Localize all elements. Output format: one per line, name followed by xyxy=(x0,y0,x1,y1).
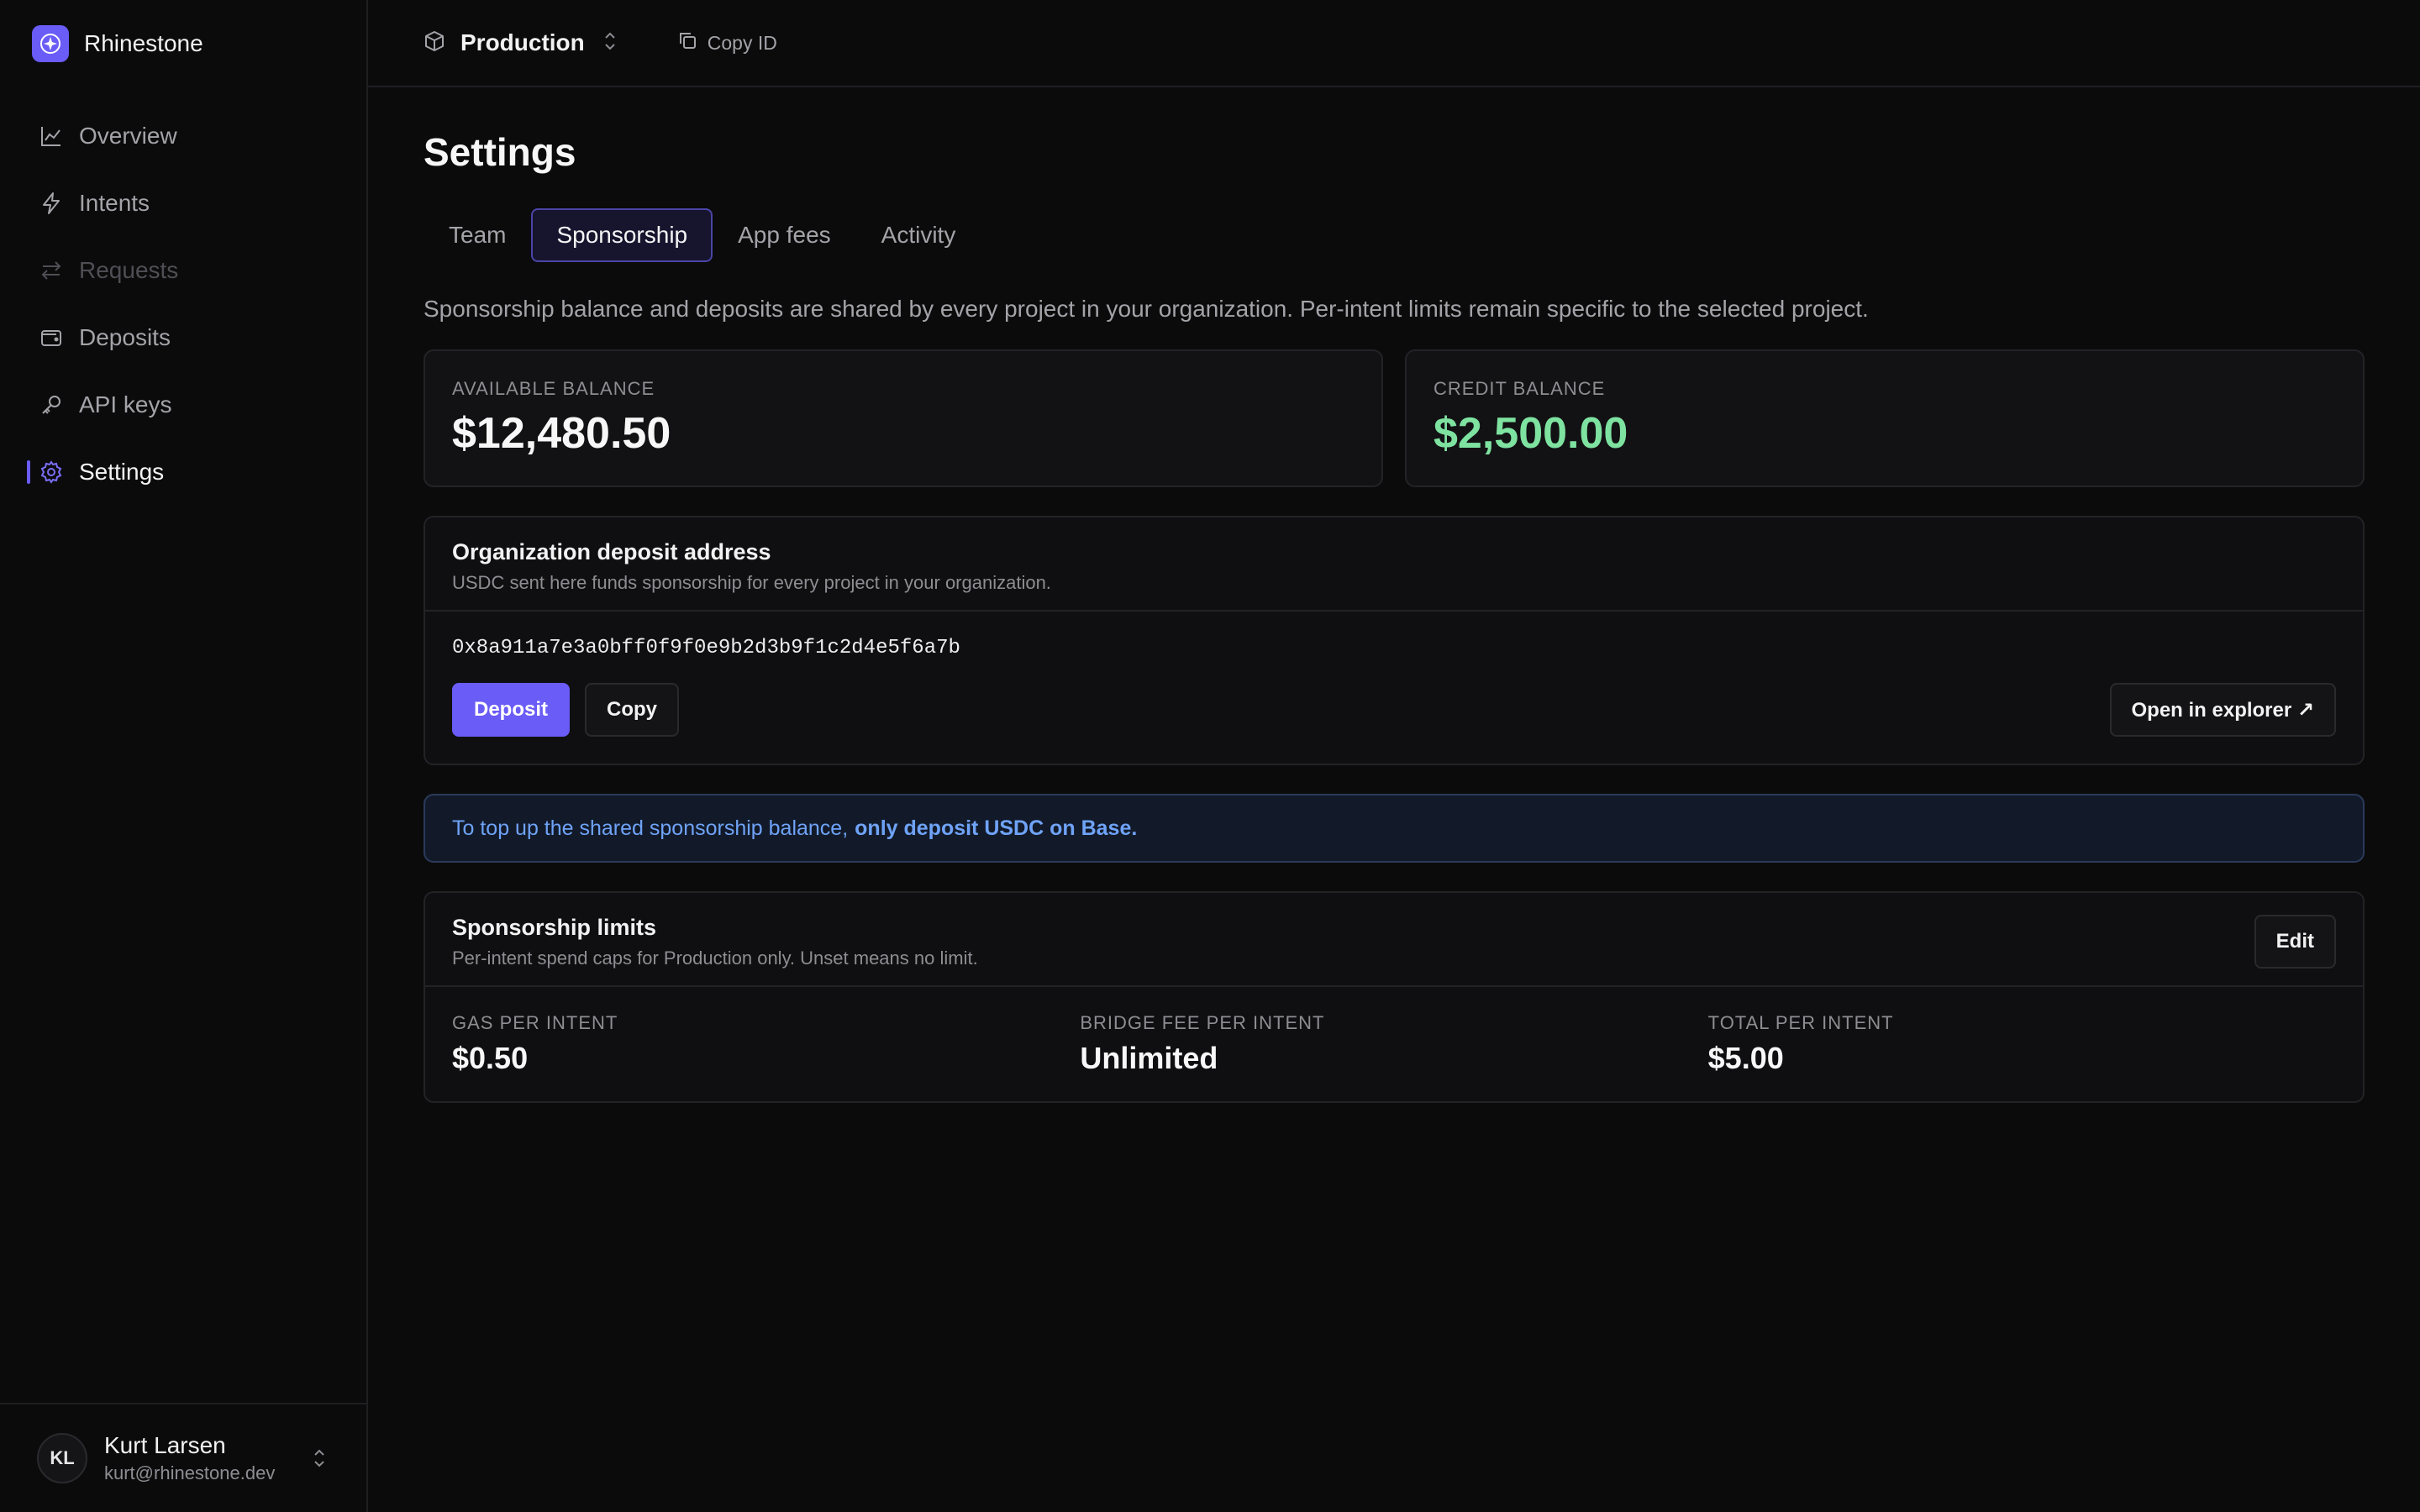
available-balance-value: $12,480.50 xyxy=(452,409,671,458)
copy-icon xyxy=(677,30,697,55)
user-name: Kurt Larsen xyxy=(104,1432,226,1458)
deposit-address-card: Organization deposit address USDC sent h… xyxy=(424,516,2365,765)
copy-id-label: Copy ID xyxy=(707,31,777,54)
available-balance-label: AVAILABLE BALANCE xyxy=(452,378,655,399)
limit-value: $0.50 xyxy=(452,1041,529,1075)
limit-value: $5.00 xyxy=(1707,1041,1784,1075)
avatar: KL xyxy=(37,1433,87,1483)
credit-balance-label: CREDIT BALANCE xyxy=(1434,378,1606,399)
key-icon xyxy=(39,392,64,417)
arrows-swap-icon xyxy=(39,258,64,283)
sidebar-nav: Overview Intents Requests Deposits API k… xyxy=(0,102,366,506)
deposit-card-title: Organization deposit address xyxy=(452,539,771,564)
settings-tabs: Team Sponsorship App fees Activity xyxy=(424,208,2365,262)
sidebar-item-api-keys[interactable]: API keys xyxy=(0,371,366,438)
sidebar-item-deposits[interactable]: Deposits xyxy=(0,304,366,371)
sidebar-item-label: API keys xyxy=(79,391,172,417)
sidebar-item-label: Overview xyxy=(79,123,177,149)
sidebar-item-label: Settings xyxy=(79,459,165,485)
copy-address-button[interactable]: Copy xyxy=(585,683,680,737)
limits-card-title: Sponsorship limits xyxy=(452,915,657,940)
cube-icon xyxy=(424,30,445,56)
copy-id-button[interactable]: Copy ID xyxy=(677,30,777,55)
project-switcher[interactable]: Production xyxy=(424,29,617,57)
credit-balance-value: $2,500.00 xyxy=(1434,409,1628,458)
available-balance-card: AVAILABLE BALANCE $12,480.50 xyxy=(424,349,1383,487)
edit-limits-button[interactable]: Edit xyxy=(2254,915,2336,969)
tab-sponsorship[interactable]: Sponsorship xyxy=(531,208,713,262)
chevron-up-down-icon xyxy=(603,29,617,57)
tab-activity[interactable]: Activity xyxy=(856,208,981,262)
limits-card-subtitle: Per-intent spend caps for Production onl… xyxy=(452,948,978,969)
tab-app-fees[interactable]: App fees xyxy=(713,208,856,262)
main: Production Copy ID Settings Team Sponsor… xyxy=(368,0,2420,1512)
limit-value: Unlimited xyxy=(1080,1041,1218,1075)
settings-content: Settings Team Sponsorship App fees Activ… xyxy=(368,129,2365,1103)
limit-bridge-fee-per-intent: BRIDGE FEE PER INTENT Unlimited xyxy=(1080,1012,1707,1076)
sidebar-item-label: Intents xyxy=(79,190,150,216)
project-name: Production xyxy=(460,29,585,55)
sidebar-item-label: Deposits xyxy=(79,324,171,350)
deposit-address: 0x8a911a7e3a0bff0f9f0e9b2d3b9f1c2d4e5f6a… xyxy=(452,637,960,659)
wallet-icon xyxy=(39,325,64,350)
topbar: Production Copy ID xyxy=(368,0,2420,87)
sidebar-item-settings[interactable]: Settings xyxy=(0,438,366,506)
limit-label: GAS PER INTENT xyxy=(452,1012,618,1033)
bolt-icon xyxy=(39,191,64,216)
notice-text: To top up the shared sponsorship balance… xyxy=(452,816,849,840)
deposit-card-subtitle: USDC sent here funds sponsorship for eve… xyxy=(452,572,1051,593)
brand[interactable]: Rhinestone xyxy=(0,0,366,87)
credit-balance-card: CREDIT BALANCE $2,500.00 xyxy=(1405,349,2365,487)
sidebar-item-requests[interactable]: Requests xyxy=(0,237,366,304)
sponsorship-limits-card: Sponsorship limits Per-intent spend caps… xyxy=(424,891,2365,1103)
chevron-up-down-icon[interactable] xyxy=(313,1446,326,1474)
brand-logo-icon xyxy=(32,25,69,62)
limit-gas-per-intent: GAS PER INTENT $0.50 xyxy=(452,1012,1080,1076)
deposit-notice: To top up the shared sponsorship balance… xyxy=(424,794,2365,863)
limit-label: TOTAL PER INTENT xyxy=(1707,1012,1894,1033)
sidebar: Rhinestone Overview Intents Requests Dep… xyxy=(0,0,368,1512)
page-title: Settings xyxy=(424,130,576,174)
limit-total-per-intent: TOTAL PER INTENT $5.00 xyxy=(1708,1012,2336,1076)
sidebar-item-label: Requests xyxy=(79,257,179,283)
tab-team[interactable]: Team xyxy=(424,208,531,262)
brand-name: Rhinestone xyxy=(84,30,203,56)
deposit-button[interactable]: Deposit xyxy=(452,683,571,737)
sidebar-item-intents[interactable]: Intents xyxy=(0,170,366,237)
limit-label: BRIDGE FEE PER INTENT xyxy=(1080,1012,1325,1033)
user-email: kurt@rhinestone.dev xyxy=(104,1462,276,1483)
balances: AVAILABLE BALANCE $12,480.50 CREDIT BALA… xyxy=(424,349,2365,487)
user-menu[interactable]: KL Kurt Larsen kurt@rhinestone.dev xyxy=(0,1403,366,1512)
sponsorship-description: Sponsorship balance and deposits are sha… xyxy=(424,296,1869,322)
notice-emphasis: only deposit USDC on Base. xyxy=(855,816,1138,840)
sidebar-item-overview[interactable]: Overview xyxy=(0,102,366,170)
open-in-explorer-button[interactable]: Open in explorer ↗ xyxy=(2109,683,2336,737)
gear-icon xyxy=(39,459,64,485)
chart-line-icon xyxy=(39,123,64,149)
